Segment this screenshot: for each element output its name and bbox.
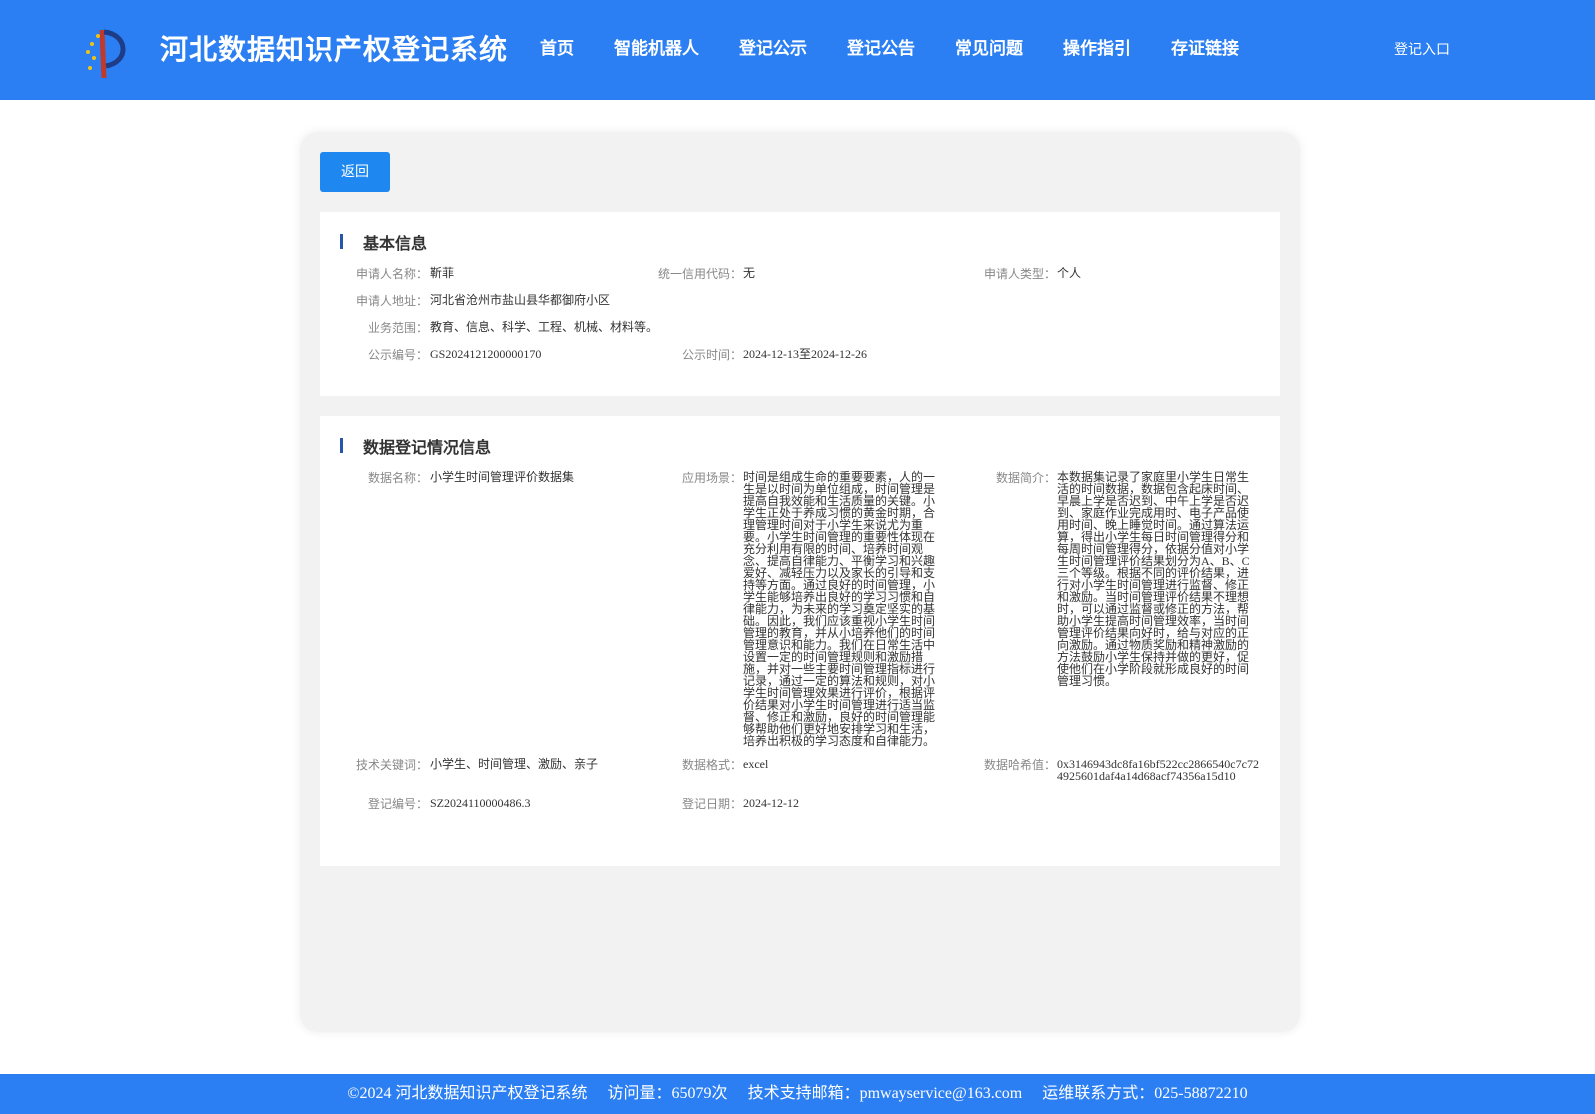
- credit-code-label: 统一信用代码：: [657, 267, 742, 281]
- address-label: 申请人地址：: [355, 294, 428, 308]
- applicant-name-label: 申请人名称：: [355, 267, 428, 281]
- data-registration-card: 数据登记情况信息 数据名称： 小学生时间管理评价数据集 应用场景： 时间是组成生…: [320, 416, 1280, 866]
- section-marker: [340, 438, 343, 453]
- notice-no-label: 公示编号：: [367, 348, 428, 362]
- top-header: 河北数据知识产权登记系统 首页 智能机器人 登记公示 登记公告 常见问题 操作指…: [0, 0, 1595, 100]
- login-link[interactable]: 登记入口: [1394, 39, 1450, 59]
- footer-copyright: ©2024 河北数据知识产权登记系统: [347, 1085, 588, 1102]
- site-title: 河北数据知识产权登记系统: [160, 33, 509, 66]
- basic-info-title: 基本信息: [363, 234, 428, 253]
- back-button[interactable]: 返回: [320, 152, 390, 192]
- notice-time-label: 公示时间：: [681, 348, 742, 362]
- intro-label: 数据简介：: [995, 471, 1056, 485]
- nav-robot[interactable]: 智能机器人: [614, 34, 699, 59]
- hash-label: 数据哈希值：: [983, 758, 1056, 772]
- nav-evidence-link[interactable]: 存证链接: [1171, 34, 1239, 59]
- applicant-type-label: 申请人类型：: [983, 267, 1056, 281]
- format-label: 数据格式：: [681, 758, 742, 772]
- notice-no-value: GS2024121200000170: [430, 347, 542, 361]
- scope-value: 教育、信息、科学、工程、机械、材料等。: [430, 320, 659, 334]
- scenario-label: 应用场景：: [681, 471, 742, 485]
- scenario-value: 时间是组成生命的重要要素，人的一生是以时间为单位组成，时间管理是提高自我效能和生…: [743, 470, 936, 748]
- detail-panel: 返回 基本信息 申请人名称： 靳菲 统一信用代码： 无 申请人类型： 个人 申请…: [300, 132, 1300, 1032]
- applicant-type-value: 个人: [1057, 266, 1082, 280]
- logo-icon: [86, 29, 126, 79]
- footer-email: 技术支持邮箱：pmwayservice@163.com: [747, 1085, 1023, 1102]
- nav-home[interactable]: 首页: [540, 34, 574, 59]
- data-name-value: 小学生时间管理评价数据集: [430, 470, 575, 484]
- reg-no-label: 登记编号：: [367, 797, 428, 811]
- reg-date-label: 登记日期：: [681, 797, 742, 811]
- reg-date-value: 2024-12-12: [743, 796, 799, 810]
- nav-announcement[interactable]: 登记公告: [847, 34, 915, 59]
- data-name-label: 数据名称：: [367, 471, 428, 485]
- format-value: excel: [743, 757, 769, 771]
- footer-visits: 访问量：65079次: [607, 1085, 728, 1102]
- page-footer: ©2024 河北数据知识产权登记系统 访问量：65079次 技术支持邮箱：pmw…: [0, 1074, 1595, 1114]
- section-marker: [340, 234, 343, 249]
- credit-code-value: 无: [743, 266, 756, 280]
- address-value: 河北省沧州市盐山县华都御府小区: [430, 293, 611, 307]
- nav-faq[interactable]: 常见问题: [955, 34, 1023, 59]
- data-registration-title: 数据登记情况信息: [363, 438, 492, 457]
- scope-label: 业务范围：: [367, 321, 428, 335]
- intro-value: 本数据集记录了家庭里小学生日常生活的时间数据，数据包含起床时间、早晨上学是否迟到…: [1057, 470, 1250, 688]
- basic-info-card: 基本信息 申请人名称： 靳菲 统一信用代码： 无 申请人类型： 个人 申请人地址…: [320, 212, 1280, 396]
- reg-no-value: SZ2024110000486.3: [430, 796, 531, 810]
- applicant-name-value: 靳菲: [430, 266, 455, 280]
- nav-publicity[interactable]: 登记公示: [739, 34, 807, 59]
- hash-value: 0x3146943dc8fa16bf522cc2866540c7c7249256…: [1057, 757, 1259, 783]
- nav-guide[interactable]: 操作指引: [1063, 34, 1131, 59]
- notice-time-value: 2024-12-13至2024-12-26: [743, 347, 867, 361]
- keywords-value: 小学生、时间管理、激励、亲子: [430, 757, 599, 771]
- keywords-label: 技术关键词：: [355, 758, 428, 772]
- footer-contact: 运维联系方式：025-58872210: [1042, 1085, 1248, 1102]
- main-nav: 首页 智能机器人 登记公示 登记公告 常见问题 操作指引 存证链接: [520, 34, 1259, 59]
